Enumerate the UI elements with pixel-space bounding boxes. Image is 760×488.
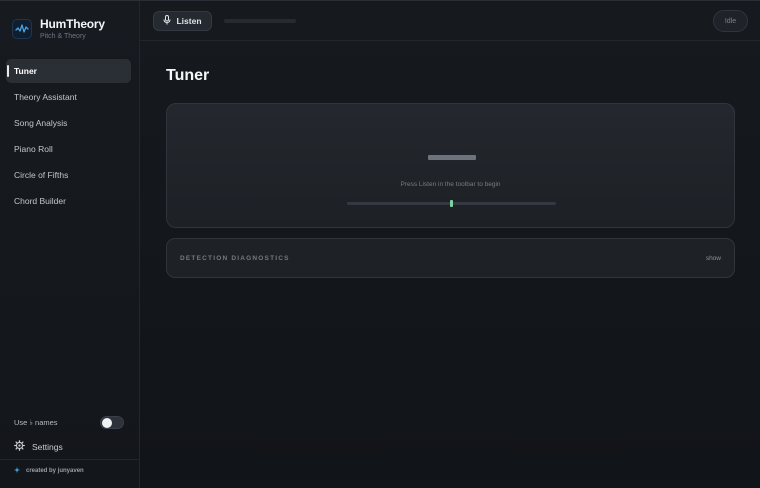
sidebar-item-label: Tuner: [14, 66, 37, 76]
sidebar-item-chord-builder[interactable]: Chord Builder: [6, 189, 131, 213]
sidebar-item-label: Theory Assistant: [14, 92, 77, 102]
sidebar-nav: Tuner Theory Assistant Song Analysis Pia…: [6, 59, 131, 215]
microphone-icon: [163, 15, 171, 27]
credit-text: created by junyaven: [26, 468, 84, 474]
status-badge: Idle: [713, 10, 748, 32]
flat-names-label: Use ♭ names: [14, 417, 58, 427]
sidebar-item-label: Circle of Fifths: [14, 170, 69, 180]
credit: created by junyaven: [14, 467, 84, 475]
tuner-card: Press Listen in the toolbar to begin: [166, 103, 735, 228]
settings-button[interactable]: Settings: [14, 438, 63, 456]
diagnostics-title: DETECTION DIAGNOSTICS: [180, 255, 290, 262]
note-display-placeholder: [428, 155, 476, 160]
app-name: HumTheory: [40, 17, 105, 31]
diagnostics-show-toggle[interactable]: show: [706, 255, 721, 262]
waveform-logo-icon: [12, 18, 32, 39]
listen-button[interactable]: Listen: [153, 11, 212, 31]
listen-label: Listen: [176, 16, 202, 26]
cents-meter-needle: [450, 200, 453, 207]
gear-icon: [14, 438, 25, 456]
sidebar-item-theory-assistant[interactable]: Theory Assistant: [6, 85, 131, 109]
sidebar-item-piano-roll[interactable]: Piano Roll: [6, 137, 131, 161]
app-tagline: Pitch & Theory: [40, 33, 86, 40]
flat-names-toggle-row: Use ♭ names: [14, 414, 124, 430]
sidebar-item-label: Chord Builder: [14, 196, 66, 206]
app-window: HumTheory Pitch & Theory Tuner Theory As…: [0, 0, 760, 488]
input-level-meter: [224, 19, 296, 23]
sidebar-item-label: Song Analysis: [14, 118, 68, 128]
page-title: Tuner: [166, 67, 210, 84]
sidebar-item-song-analysis[interactable]: Song Analysis: [6, 111, 131, 135]
brand: HumTheory Pitch & Theory: [12, 17, 105, 40]
tuner-hint: Press Listen in the toolbar to begin: [400, 181, 501, 188]
sidebar-item-circle-of-fifths[interactable]: Circle of Fifths: [6, 163, 131, 187]
diagnostics-panel[interactable]: DETECTION DIAGNOSTICS show: [166, 238, 735, 278]
toolbar: Listen Idle: [140, 1, 760, 41]
sidebar-divider: [0, 459, 139, 460]
sidebar: HumTheory Pitch & Theory Tuner Theory As…: [0, 1, 140, 488]
switch-knob: [102, 417, 112, 428]
sidebar-item-label: Piano Roll: [14, 144, 53, 154]
sidebar-item-tuner[interactable]: Tuner: [6, 59, 131, 83]
flat-names-switch[interactable]: [100, 415, 124, 429]
sparkle-icon: [14, 467, 20, 475]
settings-label: Settings: [32, 442, 63, 452]
